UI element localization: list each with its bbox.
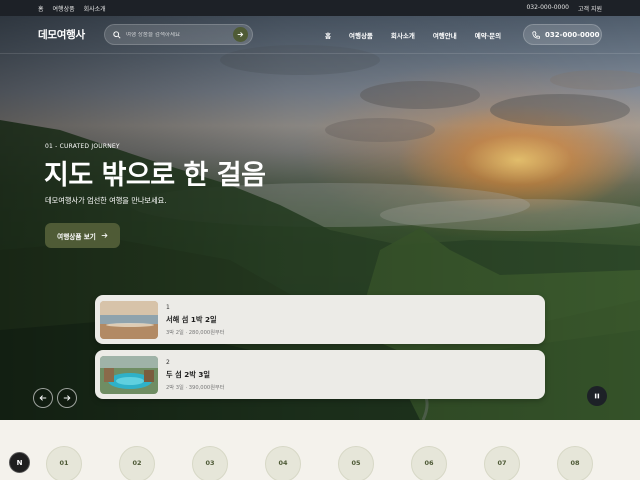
utility-link-tours[interactable]: 여행상품 bbox=[53, 4, 75, 13]
hero-headline: 지도 밖으로 한 걸음 bbox=[44, 160, 266, 191]
arrow-right-icon bbox=[237, 32, 244, 37]
tour-thumbnail bbox=[100, 355, 158, 394]
tour-number: 1 bbox=[166, 303, 170, 311]
step-circle[interactable]: 05 bbox=[338, 446, 374, 480]
utility-link-about[interactable]: 회사소개 bbox=[84, 4, 106, 13]
steps-section bbox=[0, 420, 640, 480]
search-icon bbox=[113, 30, 121, 39]
hero-subtitle: 데모여행사가 엄선한 여행을 만나보세요. bbox=[45, 196, 167, 205]
step-circle[interactable]: 06 bbox=[411, 446, 447, 480]
search-submit-button[interactable] bbox=[233, 27, 248, 42]
carousel-pause-button[interactable] bbox=[587, 386, 607, 406]
utility-phone[interactable]: 032-000-0000 bbox=[526, 4, 569, 13]
arrow-right-icon bbox=[63, 395, 71, 401]
step-circle[interactable]: 01 bbox=[46, 446, 82, 480]
step-circle[interactable]: 07 bbox=[484, 446, 520, 480]
utility-bar: 홈 여행상품 회사소개 032-000-0000 고객 지원 bbox=[0, 0, 640, 16]
pause-icon bbox=[594, 393, 600, 399]
logo[interactable]: 데모여행사 bbox=[38, 27, 85, 42]
step-circle[interactable]: 04 bbox=[265, 446, 301, 480]
n-badge[interactable]: N bbox=[9, 452, 30, 473]
tour-number: 2 bbox=[166, 358, 170, 366]
arrow-right-icon bbox=[101, 233, 108, 238]
site-header: 데모여행사 홈 여행상품 회사소개 여행안내 예약·문의 032-000-000… bbox=[0, 16, 640, 54]
tour-meta: 2박 3일 · 390,000원부터 bbox=[166, 384, 225, 391]
view-tours-button[interactable]: 여행상품 보기 bbox=[45, 223, 120, 248]
phone-button[interactable]: 032-000-0000 bbox=[523, 24, 602, 45]
cta-label: 여행상품 보기 bbox=[57, 232, 96, 241]
arrow-left-icon bbox=[39, 395, 47, 401]
step-circle[interactable]: 08 bbox=[557, 446, 593, 480]
nav-item-tours[interactable]: 여행상품 bbox=[349, 30, 373, 40]
hero-eyebrow: 01 - CURATED JOURNEY bbox=[45, 143, 120, 150]
tour-card[interactable]: 2 두 섬 2박 3일 2박 3일 · 390,000원부터 bbox=[95, 350, 545, 399]
search-input[interactable] bbox=[126, 31, 226, 38]
nav-item-about[interactable]: 회사소개 bbox=[391, 30, 415, 40]
phone-number: 032-000-0000 bbox=[545, 30, 600, 39]
tour-meta: 3박 2일 · 280,000원부터 bbox=[166, 329, 225, 336]
tour-thumbnail bbox=[100, 300, 158, 339]
carousel-next-button[interactable] bbox=[57, 388, 77, 408]
step-circle[interactable]: 02 bbox=[119, 446, 155, 480]
nav-item-home[interactable]: 홈 bbox=[325, 30, 331, 40]
carousel-prev-button[interactable] bbox=[33, 388, 53, 408]
tour-card[interactable]: 1 서해 섬 1박 2일 3박 2일 · 280,000원부터 bbox=[95, 295, 545, 344]
main-nav: 홈 여행상품 회사소개 여행안내 예약·문의 bbox=[325, 16, 519, 54]
search-bar bbox=[104, 24, 253, 45]
tour-title: 두 섬 2박 3일 bbox=[166, 369, 210, 379]
step-circle[interactable]: 03 bbox=[192, 446, 228, 480]
utility-support-link[interactable]: 고객 지원 bbox=[578, 4, 602, 13]
utility-link-home[interactable]: 홈 bbox=[38, 4, 44, 13]
nav-item-booking[interactable]: 예약·문의 bbox=[475, 30, 501, 40]
phone-icon bbox=[532, 30, 540, 39]
nav-item-guide[interactable]: 여행안내 bbox=[433, 30, 457, 40]
tour-title: 서해 섬 1박 2일 bbox=[166, 314, 217, 324]
